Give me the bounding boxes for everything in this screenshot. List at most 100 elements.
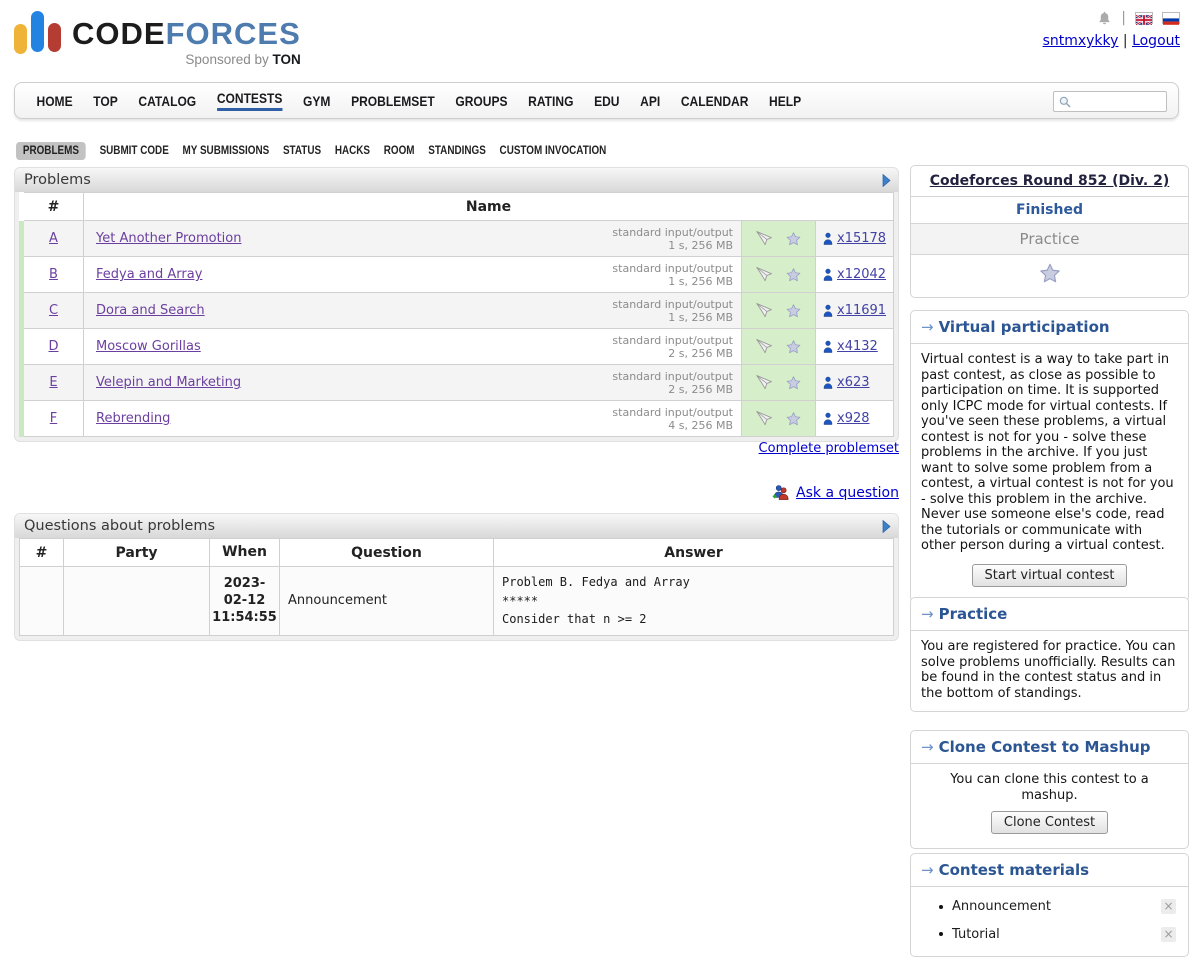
problem-b-solved-count-link[interactable]: x12042 [837,267,886,282]
problem-f-name-link[interactable]: Rebrending [96,411,170,426]
contest-title-link[interactable]: Codeforces Round 852 (Div. 2) [930,173,1169,189]
header-separator: | [1121,10,1126,26]
contest-participation-mode: Practice [911,224,1188,255]
virtual-participation-box: →Virtual participation Virtual contest i… [910,310,1189,602]
submit-plane-icon[interactable] [755,374,774,391]
bell-icon[interactable] [1097,10,1112,26]
ask-question-link[interactable]: Ask a question [796,485,899,501]
problem-f-io: standard input/output [612,406,733,419]
subnav-problems[interactable]: PROBLEMS [16,142,86,160]
problem-b-name-link[interactable]: Fedya and Array [96,267,202,282]
problem-row-b: B Fedya and Array standard input/output1… [22,257,894,293]
problem-a-solved-count-link[interactable]: x15178 [837,231,886,246]
sponsored-by-text: Sponsored by [185,52,268,67]
nav-item-catalog[interactable]: CATALOG [138,93,196,109]
nav-item-rating[interactable]: RATING [528,93,573,109]
problem-e-name-link[interactable]: Velepin and Marketing [96,375,241,390]
submit-plane-icon[interactable] [755,302,774,319]
favorite-star-icon[interactable] [785,303,802,319]
problem-f-solved-count-link[interactable]: x928 [837,411,870,426]
solved-person-icon [822,304,834,317]
problem-row-c: C Dora and Search standard input/output1… [22,293,894,329]
questions-caption: Questions about problems [24,518,215,534]
favorite-contest-star-icon[interactable] [1038,262,1062,285]
ton-text: TON [273,52,301,67]
logo-sponsored-line: Sponsored by TON [72,52,301,67]
search-box[interactable] [1053,91,1167,112]
nav-item-api[interactable]: API [640,93,660,109]
questions-col-index: # [20,539,64,567]
problem-e-solved-count-link[interactable]: x623 [837,375,870,390]
search-input[interactable] [1072,95,1160,109]
collapse-arrow-icon[interactable] [882,174,891,187]
problem-d-name-link[interactable]: Moscow Gorillas [96,339,201,354]
submit-plane-icon[interactable] [755,338,774,355]
favorite-star-icon[interactable] [785,267,802,283]
problem-a-name-link[interactable]: Yet Another Promotion [96,231,241,246]
practice-title: Practice [939,605,1008,623]
collapse-arrow-icon[interactable] [882,520,891,533]
flag-ru-icon[interactable] [1162,12,1180,24]
flag-en-icon[interactable] [1135,12,1153,24]
favorite-star-icon[interactable] [785,375,802,391]
problem-row-a: A Yet Another Promotion standard input/o… [22,221,894,257]
material-tutorial-link[interactable]: Tutorial [952,927,1152,943]
clone-contest-button[interactable]: Clone Contest [991,811,1108,834]
problems-table: Problems # Name A Yet Another Promotion … [14,167,899,442]
favorite-star-icon[interactable] [785,411,802,427]
problem-b-io: standard input/output [612,262,733,275]
nav-item-home[interactable]: HOME [37,93,73,109]
nav-item-edu[interactable]: EDU [594,93,619,109]
favorite-star-icon[interactable] [785,339,802,355]
favorite-star-icon[interactable] [785,231,802,247]
submit-plane-icon[interactable] [755,410,774,427]
clone-contest-text: You can clone this contest to a mashup. [921,772,1178,803]
nav-item-groups[interactable]: GROUPS [455,93,507,109]
subnav-custom-invocation[interactable]: CUSTOM INVOCATION [500,145,607,157]
close-icon[interactable]: × [1161,899,1176,914]
subnav-hacks[interactable]: HACKS [335,145,370,157]
subnav-my-submissions[interactable]: MY SUBMISSIONS [183,145,270,157]
problem-c-name-link[interactable]: Dora and Search [96,303,205,318]
nav-item-gym[interactable]: GYM [303,93,330,109]
problem-b-index-link[interactable]: B [49,267,58,282]
subnav-status[interactable]: STATUS [283,145,321,157]
clone-contest-title: Clone Contest to Mashup [939,738,1151,756]
problems-caption: Problems [24,172,91,188]
complete-problemset-link[interactable]: Complete problemset [759,441,899,456]
material-announcement-link[interactable]: Announcement [952,899,1152,915]
nav-item-calendar[interactable]: CALENDAR [681,93,749,109]
problem-d-index-link[interactable]: D [48,339,58,354]
contest-materials-title: Contest materials [939,861,1089,879]
problem-row-f: F Rebrending standard input/output4 s, 2… [22,401,894,437]
bullet-icon [939,932,943,936]
contest-materials-box: →Contest materials Announcement × Tutori… [910,853,1189,957]
start-virtual-contest-button[interactable]: Start virtual contest [972,564,1128,587]
subnav-submit-code[interactable]: SUBMIT CODE [100,145,169,157]
problem-f-index-link[interactable]: F [50,411,57,426]
problem-e-io: standard input/output [612,370,733,383]
subnav-standings[interactable]: STANDINGS [428,145,486,157]
problem-e-index-link[interactable]: E [49,375,57,390]
nav-item-problemset[interactable]: PROBLEMSET [351,93,435,109]
nav-item-help[interactable]: HELP [769,93,801,109]
question-row: 2023-02-12 11:54:55 Announcement Problem… [20,567,894,636]
close-icon[interactable]: × [1161,927,1176,942]
problem-row-e: E Velepin and Marketing standard input/o… [22,365,894,401]
submit-plane-icon[interactable] [755,230,774,247]
problems-col-name: Name [84,193,894,221]
nav-item-top[interactable]: TOP [93,93,118,109]
problem-c-solved-count-link[interactable]: x11691 [837,303,886,318]
logout-link[interactable]: Logout [1132,33,1180,49]
nav-item-contests[interactable]: CONTESTS [217,90,283,111]
problem-a-index-link[interactable]: A [49,231,58,246]
main-nav: HOME TOP CATALOG CONTESTS GYM PROBLEMSET… [14,82,1179,119]
problem-c-index-link[interactable]: C [49,303,58,318]
user-handle-link[interactable]: sntmxykky [1043,33,1119,49]
codeforces-logo[interactable]: CODEFORCES Sponsored by TON [14,8,301,67]
submit-plane-icon[interactable] [755,266,774,283]
problem-d-solved-count-link[interactable]: x4132 [837,339,878,354]
contest-status: Finished [911,197,1188,224]
questions-col-question: Question [280,539,494,567]
subnav-room[interactable]: ROOM [384,145,415,157]
